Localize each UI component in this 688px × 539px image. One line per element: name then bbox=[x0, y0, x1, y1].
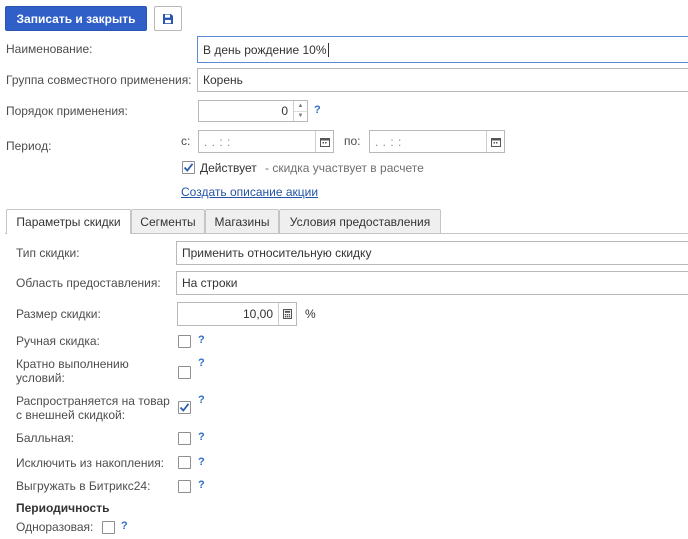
tab-segments[interactable]: Сегменты bbox=[131, 209, 205, 233]
order-value: 0 bbox=[281, 104, 288, 118]
manual-label: Ручная скидка: bbox=[16, 334, 100, 348]
scope-label: Область предоставления: bbox=[16, 276, 161, 290]
order-field[interactable]: 0 ▲ ▼ bbox=[198, 100, 308, 122]
calendar-from-icon[interactable] bbox=[315, 131, 333, 152]
order-help-icon[interactable]: ? bbox=[314, 104, 321, 116]
period-to-value: . . : : bbox=[375, 134, 402, 149]
period-to-field[interactable]: . . : : bbox=[369, 130, 505, 153]
size-label: Размер скидки: bbox=[16, 307, 101, 321]
group-field[interactable]: Корень bbox=[197, 68, 688, 92]
active-checkbox[interactable] bbox=[182, 161, 195, 174]
group-label: Группа совместного применения: bbox=[6, 73, 192, 87]
spinner-down-icon[interactable]: ▼ bbox=[294, 110, 307, 122]
extends-label: Распространяется на товар с внешней скид… bbox=[16, 394, 170, 422]
text-cursor bbox=[327, 42, 329, 57]
floppy-disk-icon bbox=[163, 13, 173, 24]
name-value: В день рождение 10% bbox=[203, 42, 327, 57]
bitrix-help-icon[interactable]: ? bbox=[198, 479, 205, 491]
save-button[interactable] bbox=[154, 6, 182, 31]
multiple-label: Кратно выполнению условий: bbox=[16, 357, 129, 385]
period-from-label: с: bbox=[181, 134, 191, 148]
points-checkbox[interactable] bbox=[178, 432, 191, 445]
calculator-icon[interactable] bbox=[278, 303, 296, 325]
one-time-label: Одноразовая: bbox=[16, 520, 94, 534]
period-label: Период: bbox=[6, 139, 52, 153]
size-value: 10,00 bbox=[242, 307, 273, 321]
multiple-checkbox[interactable] bbox=[178, 366, 191, 379]
spinner-up-icon[interactable]: ▲ bbox=[294, 101, 307, 111]
discount-type-field[interactable]: Применить относительную скидку bbox=[176, 241, 688, 265]
scope-value: На строки bbox=[182, 276, 238, 290]
exclude-checkbox[interactable] bbox=[178, 456, 191, 469]
period-from-value: . . : : bbox=[204, 134, 231, 149]
multiple-help-icon[interactable]: ? bbox=[198, 357, 205, 369]
checkmark-icon bbox=[183, 163, 194, 172]
scope-field[interactable]: На строки bbox=[176, 271, 688, 295]
name-label: Наименование: bbox=[6, 42, 93, 56]
extends-help-icon[interactable]: ? bbox=[198, 394, 205, 406]
create-description-link[interactable]: Создать описание акции bbox=[181, 185, 318, 199]
bitrix-checkbox[interactable] bbox=[178, 480, 191, 493]
points-label: Балльная: bbox=[16, 431, 74, 445]
calendar-to-icon[interactable] bbox=[486, 131, 504, 152]
period-to-label: по: bbox=[344, 134, 361, 148]
one-time-checkbox[interactable] bbox=[102, 521, 115, 534]
extends-checkbox[interactable] bbox=[178, 401, 191, 414]
checkmark-icon bbox=[179, 403, 190, 412]
exclude-help-icon[interactable]: ? bbox=[198, 456, 205, 468]
size-field[interactable]: 10,00 bbox=[177, 302, 297, 326]
points-help-icon[interactable]: ? bbox=[198, 431, 205, 443]
periodicity-title: Периодичность bbox=[16, 501, 110, 515]
discount-type-value: Применить относительную скидку bbox=[182, 246, 372, 260]
exclude-label: Исключить из накопления: bbox=[16, 456, 165, 470]
size-unit: % bbox=[305, 307, 316, 321]
order-label: Порядок применения: bbox=[6, 104, 128, 118]
active-label[interactable]: Действует bbox=[200, 161, 257, 175]
name-field[interactable]: В день рождение 10% bbox=[197, 36, 688, 63]
tab-discount-params[interactable]: Параметры скидки bbox=[6, 209, 131, 234]
group-value: Корень bbox=[203, 73, 243, 87]
active-hint: - скидка участвует в расчете bbox=[265, 161, 424, 175]
manual-checkbox[interactable] bbox=[178, 335, 191, 348]
tab-stores[interactable]: Магазины bbox=[205, 209, 279, 233]
discount-type-label: Тип скидки: bbox=[16, 246, 80, 260]
manual-help-icon[interactable]: ? bbox=[198, 334, 205, 346]
tab-conditions[interactable]: Условия предоставления bbox=[279, 209, 441, 233]
one-time-help-icon[interactable]: ? bbox=[121, 520, 128, 532]
bitrix-label: Выгружать в Битрикс24: bbox=[16, 479, 151, 493]
order-spinner[interactable]: ▲ ▼ bbox=[293, 101, 307, 121]
period-from-field[interactable]: . . : : bbox=[198, 130, 334, 153]
save-and-close-button[interactable]: Записать и закрыть bbox=[5, 6, 147, 31]
